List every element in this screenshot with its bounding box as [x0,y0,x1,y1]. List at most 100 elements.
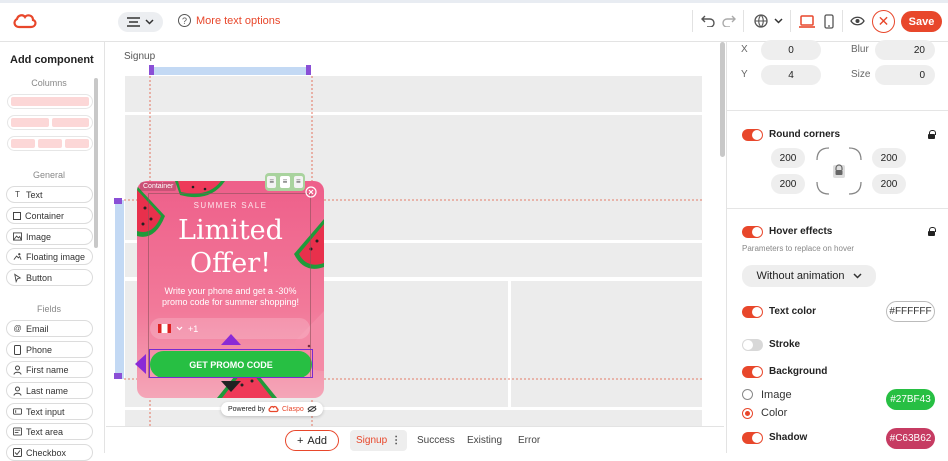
preview-eye-icon[interactable] [850,12,865,30]
shadow-size-label: Size [851,69,871,80]
hover-effects-toggle[interactable] [742,226,763,238]
background-toggle[interactable] [742,366,763,378]
corner-top-right-input[interactable]: 200 [872,148,906,168]
field-text-area[interactable]: Text area [6,423,93,440]
lock-icon[interactable] [928,227,936,236]
mobile-icon[interactable] [823,12,834,30]
container-icon [13,211,21,220]
component-label: Container [25,210,65,221]
hover-animation-dropdown[interactable]: Without animation [742,265,876,287]
save-button[interactable]: Save [901,11,942,32]
stroke-toggle[interactable] [742,339,763,351]
text-align-dropdown[interactable] [118,12,163,32]
lock-icon[interactable] [928,130,936,139]
column-layout-1[interactable] [7,94,93,109]
tab-existing[interactable]: Existing [467,435,502,446]
column-layout-3[interactable] [7,136,93,151]
component-label: Floating image [26,251,86,262]
corner-bottom-right-input[interactable]: 200 [872,174,906,194]
corner-top-left-input[interactable]: 200 [771,148,805,168]
text-icon: T [15,190,20,199]
more-vertical-icon[interactable]: ⋮ [391,435,401,446]
phone-icon [13,344,22,355]
align-icon [127,17,140,27]
move-down-handle-icon[interactable] [221,381,241,393]
floating-image-icon [13,252,22,261]
bg-image-radio[interactable] [742,389,753,400]
align-right-icon[interactable]: ≡ [293,176,303,188]
shadow-y-input[interactable]: 4 [761,65,821,85]
left-panel-scrollbar[interactable] [94,78,98,248]
text-color-swatch[interactable]: #FFFFFF [886,301,935,322]
more-text-options-link[interactable]: ? More text options [178,14,280,27]
align-center-icon[interactable]: ≡ [280,176,290,188]
top-progress-line [0,0,948,3]
field-phone[interactable]: Phone [6,341,93,358]
hover-effects-label: Hover effects [769,226,833,237]
language-dropdown[interactable] [752,12,784,30]
add-page-button[interactable]: + Add [285,430,339,451]
divider [727,208,948,209]
bg-color-label: Color [761,407,788,419]
desktop-icon[interactable] [799,12,815,30]
column-layout-2[interactable] [7,115,93,130]
close-icon[interactable] [305,186,317,198]
shadow-toggle[interactable] [742,432,763,444]
component-label: Button [26,272,53,283]
tab-signup[interactable]: Signup ⋮ [350,430,407,451]
shadow-x-input[interactable]: 0 [761,40,821,60]
section-fields: Fields [36,304,61,314]
field-text-input[interactable]: Text input [6,403,93,420]
hide-eye-icon[interactable] [307,405,317,413]
field-first-name[interactable]: First name [6,361,93,378]
canvas-scrollbar[interactable] [720,42,725,157]
corner-bottom-left-input[interactable]: 200 [771,174,805,194]
section-general: General [32,170,66,180]
shadow-y-label: Y [741,69,748,80]
section-columns: Columns [31,78,67,88]
element-align-toolbar[interactable]: ≡ ≡ ≡ [265,173,305,191]
logo-icon[interactable] [12,12,38,30]
tab-success[interactable]: Success [417,435,455,446]
container-tag: Container [140,182,177,191]
component-floating-image[interactable]: Floating image [6,248,93,265]
page-tabs-bar: + Add Signup ⋮ Success Existing Error [106,426,724,453]
help-icon: ? [178,14,191,27]
move-left-handle-icon[interactable] [134,354,146,374]
round-corners-toggle[interactable] [742,129,763,141]
hover-animation-value: Without animation [756,270,845,282]
divider [692,10,693,32]
text-color-toggle[interactable] [742,306,763,318]
tab-error[interactable]: Error [518,435,540,446]
shadow-size-input[interactable]: 0 [875,65,935,85]
shadow-color-swatch[interactable]: #C63B62 [886,428,935,449]
field-last-name[interactable]: Last name [6,382,93,399]
add-label: Add [307,434,327,447]
shadow-label: Shadow [769,432,808,443]
background-color-swatch[interactable]: #27BF43 [886,389,935,410]
add-component-panel: Add component Columns General T Text Con… [0,42,105,461]
component-image[interactable]: Image [6,228,93,245]
component-container[interactable]: Container [6,207,93,224]
close-icon[interactable]: ✕ [872,10,895,33]
redo-icon[interactable] [722,12,736,30]
text-area-icon [13,427,22,436]
component-label: Last name [26,385,69,396]
properties-panel: X 0 Blur 20 Y 4 Size 0 Round corners 200… [726,40,948,453]
chevron-down-icon [145,19,154,25]
top-toolbar: ? More text options ✕ Save [0,0,948,42]
field-email[interactable]: @ Email [6,320,93,337]
tab-label: Signup [356,435,388,446]
button-icon [13,272,22,283]
align-left-icon[interactable]: ≡ [267,176,277,188]
component-text[interactable]: T Text [6,186,93,203]
divider [790,10,791,32]
component-button[interactable]: Button [6,269,93,286]
shadow-blur-input[interactable]: 20 [875,40,935,60]
bg-color-radio[interactable] [742,408,753,419]
component-label: Phone [26,344,53,355]
divider [743,10,744,32]
undo-icon[interactable] [701,12,715,30]
move-up-handle-icon[interactable] [221,333,241,345]
stroke-label: Stroke [769,339,801,350]
